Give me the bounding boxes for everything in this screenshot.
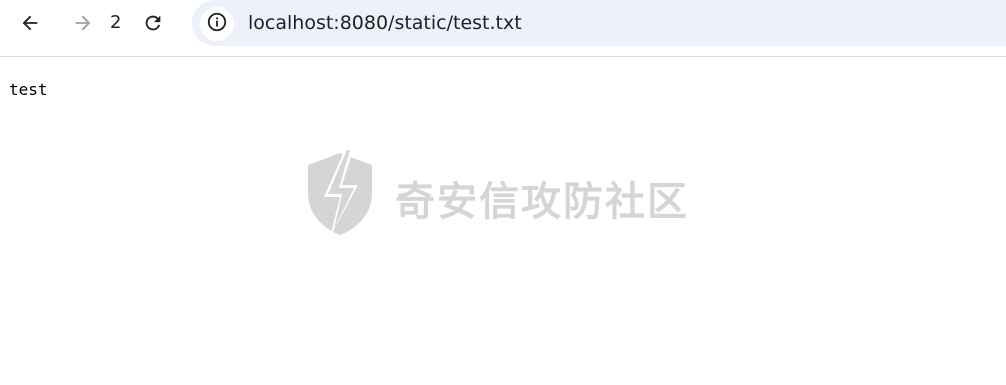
page-body-text: test bbox=[9, 80, 48, 99]
reload-icon bbox=[142, 12, 164, 34]
arrow-right-icon bbox=[72, 12, 94, 34]
url-text[interactable]: localhost:8080/static/test.txt bbox=[248, 11, 522, 35]
arrow-left-icon bbox=[19, 12, 41, 34]
reload-button[interactable] bbox=[137, 7, 169, 39]
history-step-count: 2 bbox=[110, 12, 122, 33]
browser-toolbar: 2 localhost:8080/static/test.txt bbox=[0, 0, 1006, 57]
watermark-text: 奇安信攻防社区 bbox=[395, 179, 689, 225]
site-info-button[interactable] bbox=[200, 7, 234, 41]
back-button[interactable] bbox=[14, 7, 46, 39]
info-circle-icon bbox=[206, 11, 228, 37]
forward-button[interactable] bbox=[67, 7, 99, 39]
watermark: 奇安信攻防社区 bbox=[300, 145, 720, 240]
shield-lightning-icon bbox=[300, 145, 380, 244]
address-bar[interactable]: localhost:8080/static/test.txt bbox=[192, 0, 1006, 46]
